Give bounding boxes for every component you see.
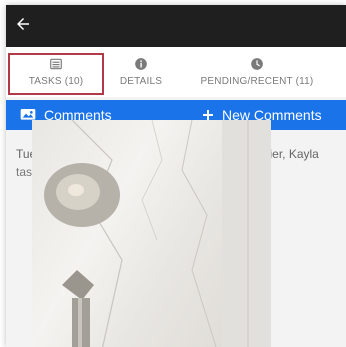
tab-bar: TASKS (10) DETAILS PENDING/RECENT (11) (6, 47, 346, 97)
tab-tasks-label: TASKS (10) (28, 76, 84, 87)
comment-photo[interactable] (32, 120, 271, 347)
top-app-bar (6, 5, 346, 47)
tab-tasks[interactable]: TASKS (10) (8, 53, 104, 95)
clock-icon (251, 58, 263, 70)
app-frame: TASKS (10) DETAILS PENDING/RECENT (11) C… (6, 5, 346, 347)
info-icon (135, 58, 147, 70)
tub-photo-illustration (44, 120, 271, 347)
list-icon (50, 58, 62, 70)
tab-details-label: DETAILS (119, 76, 163, 87)
tab-pending-recent[interactable]: PENDING/RECENT (11) (182, 55, 332, 93)
arrow-left-icon (17, 18, 29, 30)
tab-pending-recent-label: PENDING/RECENT (11) (200, 76, 314, 87)
back-button[interactable] (12, 13, 34, 35)
tab-details[interactable]: DETAILS (109, 55, 173, 93)
